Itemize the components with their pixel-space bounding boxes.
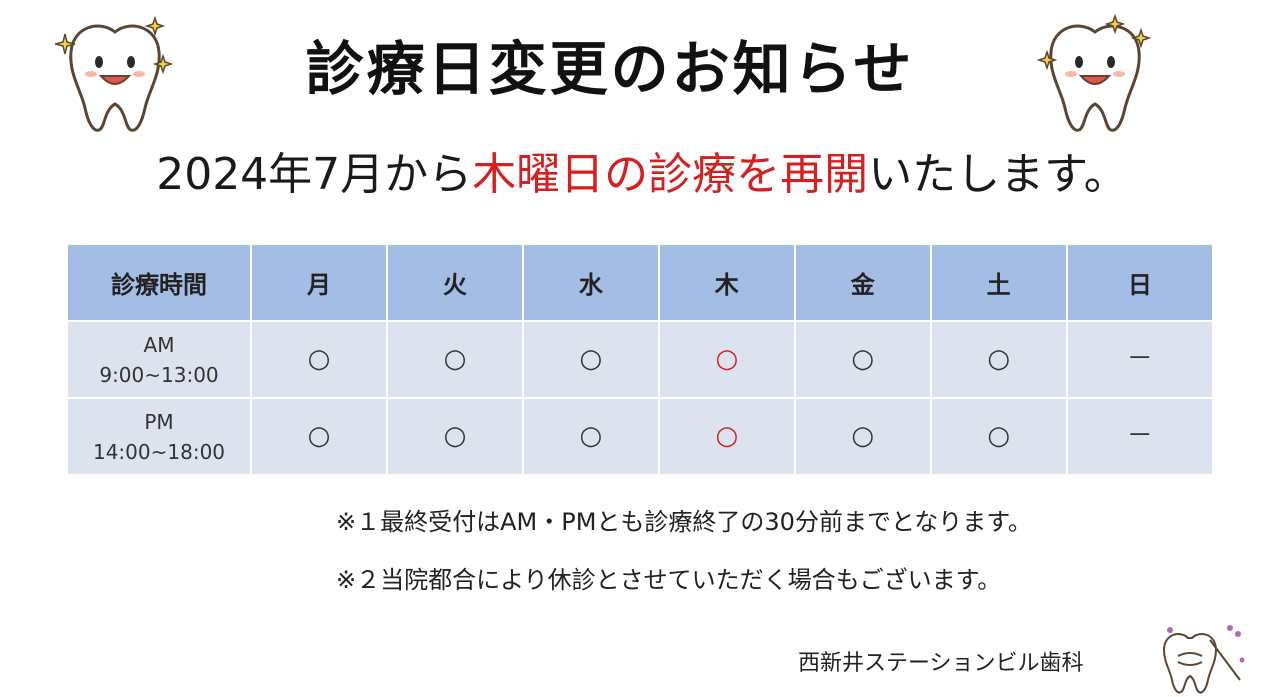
note-last-reception: ※１最終受付はAM・PMとも診療終了の30分前までとなります。	[336, 508, 1032, 536]
pm-hours: 14:00~18:00	[92, 439, 226, 464]
pm-mon-mark: ○	[307, 421, 331, 451]
am-label: AM	[143, 332, 175, 357]
am-time-cell: AM 9:00~13:00	[68, 322, 250, 397]
announcement-highlight: 木曜日の診療を再開	[472, 149, 869, 200]
note-closure: ※２当院都合により休診とさせていただく場合もございます。	[336, 566, 1002, 594]
header-fri: 金	[795, 245, 930, 320]
announcement-part1: 2024年7月から	[156, 149, 473, 200]
am-sat-mark: ○	[987, 344, 1010, 374]
table-header-row: 診療時間 月 火 水 木 金 土 日	[68, 245, 1212, 320]
pm-tue-mark: ○	[443, 421, 467, 451]
header-mon: 月	[252, 245, 386, 320]
pm-thu-mark: ○	[715, 421, 739, 451]
pm-wed-mark: ○	[579, 421, 603, 451]
announcement-text: 2024年7月から木曜日の診療を再開いたします。	[0, 138, 1284, 202]
header-tue: 火	[387, 245, 522, 320]
header-sat: 土	[931, 245, 1066, 320]
am-thu-mark: ○	[715, 344, 739, 374]
pm-sun-mark: －	[1126, 421, 1153, 451]
header-thu: 木	[659, 245, 794, 320]
header-wed: 水	[523, 245, 658, 320]
schedule-table: 診療時間 月 火 水 木 金 土 日 AM 9:00~13:00 ○ ○ ○ ○…	[66, 243, 1214, 476]
announcement-part2: いたします。	[868, 149, 1128, 200]
header-hours: 診療時間	[68, 245, 250, 320]
page-title: 診療日変更のお知らせ	[305, 35, 915, 103]
pm-time-cell: PM 14:00~18:00	[68, 399, 250, 474]
pm-fri-mark: ○	[851, 421, 875, 451]
tooth-brush-icon	[1162, 625, 1245, 694]
tooth-mascot-icon	[1036, 13, 1152, 132]
header-sun: 日	[1067, 245, 1212, 320]
am-fri-mark: ○	[851, 344, 875, 374]
am-hours: 9:00~13:00	[99, 362, 219, 387]
am-sun-mark: －	[1126, 344, 1153, 374]
pm-sat-mark: ○	[987, 421, 1010, 451]
tooth-mascot-icon	[55, 15, 174, 132]
am-tue-mark: ○	[443, 344, 467, 374]
pm-label: PM	[144, 409, 174, 434]
am-mon-mark: ○	[307, 344, 331, 374]
am-wed-mark: ○	[579, 344, 603, 374]
table-row-pm: PM 14:00~18:00 ○ ○ ○ ○ ○ ○ －	[68, 399, 1212, 474]
clinic-name: 西新井ステーションビル歯科	[798, 651, 1084, 676]
table-row-am: AM 9:00~13:00 ○ ○ ○ ○ ○ ○ －	[68, 322, 1212, 397]
